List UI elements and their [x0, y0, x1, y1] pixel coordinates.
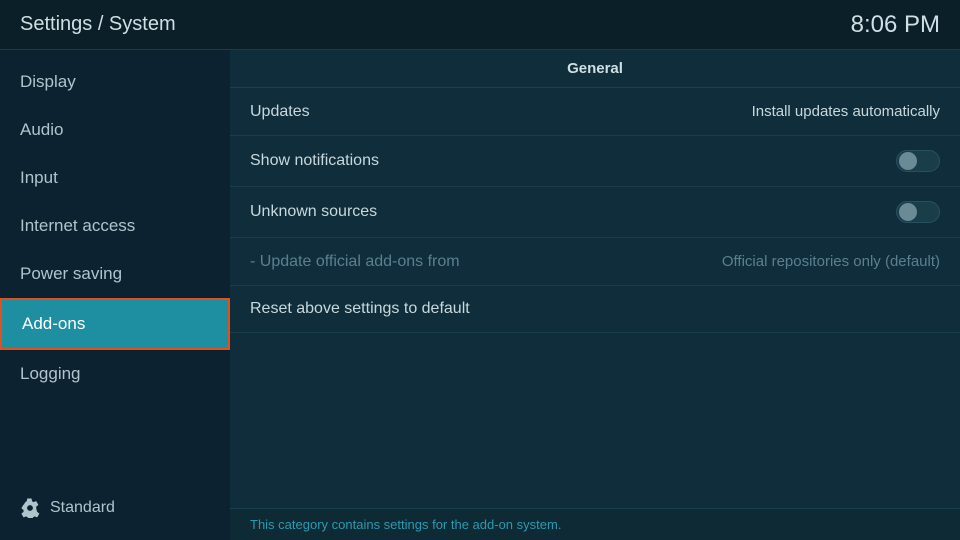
section-header: General: [230, 50, 960, 88]
reset-label[interactable]: Reset above settings to default: [250, 300, 470, 317]
sidebar-bottom[interactable]: Standard: [0, 484, 230, 532]
sidebar-item-label: Add-ons: [22, 314, 85, 333]
sidebar: Display Audio Input Internet access Powe…: [0, 50, 230, 540]
sidebar-item-power-saving[interactable]: Power saving: [0, 250, 230, 298]
content-area: General Updates Install updates automati…: [230, 50, 960, 540]
sidebar-item-label: Power saving: [20, 264, 122, 283]
setting-label-updates: Updates: [250, 103, 310, 121]
main-layout: Display Audio Input Internet access Powe…: [0, 50, 960, 540]
header: Settings / System 8:06 PM: [0, 0, 960, 50]
setting-row-unknown-sources[interactable]: Unknown sources: [230, 187, 960, 238]
sidebar-item-label: Logging: [20, 364, 81, 383]
settings-list: Updates Install updates automatically Sh…: [230, 88, 960, 508]
setting-value-update-official: Official repositories only (default): [722, 253, 940, 270]
footer-text: This category contains settings for the …: [250, 517, 561, 532]
sidebar-item-display[interactable]: Display: [0, 58, 230, 106]
header-title: Settings / System: [20, 13, 176, 36]
sidebar-item-label: Display: [20, 72, 76, 91]
sidebar-item-label: Input: [20, 168, 58, 187]
sidebar-item-input[interactable]: Input: [0, 154, 230, 202]
setting-label-show-notifications: Show notifications: [250, 152, 379, 170]
setting-row-show-notifications[interactable]: Show notifications: [230, 136, 960, 187]
header-time: 8:06 PM: [851, 11, 940, 39]
gear-icon: [20, 498, 40, 518]
toggle-knob: [899, 152, 917, 170]
setting-label-unknown-sources: Unknown sources: [250, 203, 377, 221]
footer-bar: This category contains settings for the …: [230, 508, 960, 540]
sidebar-item-audio[interactable]: Audio: [0, 106, 230, 154]
reset-row[interactable]: Reset above settings to default: [230, 286, 960, 333]
setting-row-update-official: - Update official add-ons from Official …: [230, 238, 960, 286]
sidebar-item-label: Audio: [20, 120, 63, 139]
sidebar-item-add-ons[interactable]: Add-ons: [0, 298, 230, 350]
sidebar-item-internet-access[interactable]: Internet access: [0, 202, 230, 250]
toggle-unknown-sources[interactable]: [896, 201, 940, 223]
toggle-show-notifications[interactable]: [896, 150, 940, 172]
standard-label: Standard: [50, 499, 115, 517]
setting-label-update-official: - Update official add-ons from: [250, 253, 460, 271]
sidebar-item-label: Internet access: [20, 216, 135, 235]
setting-value-updates: Install updates automatically: [752, 103, 940, 120]
toggle-knob: [899, 203, 917, 221]
setting-row-updates[interactable]: Updates Install updates automatically: [230, 88, 960, 136]
sidebar-item-logging[interactable]: Logging: [0, 350, 230, 398]
